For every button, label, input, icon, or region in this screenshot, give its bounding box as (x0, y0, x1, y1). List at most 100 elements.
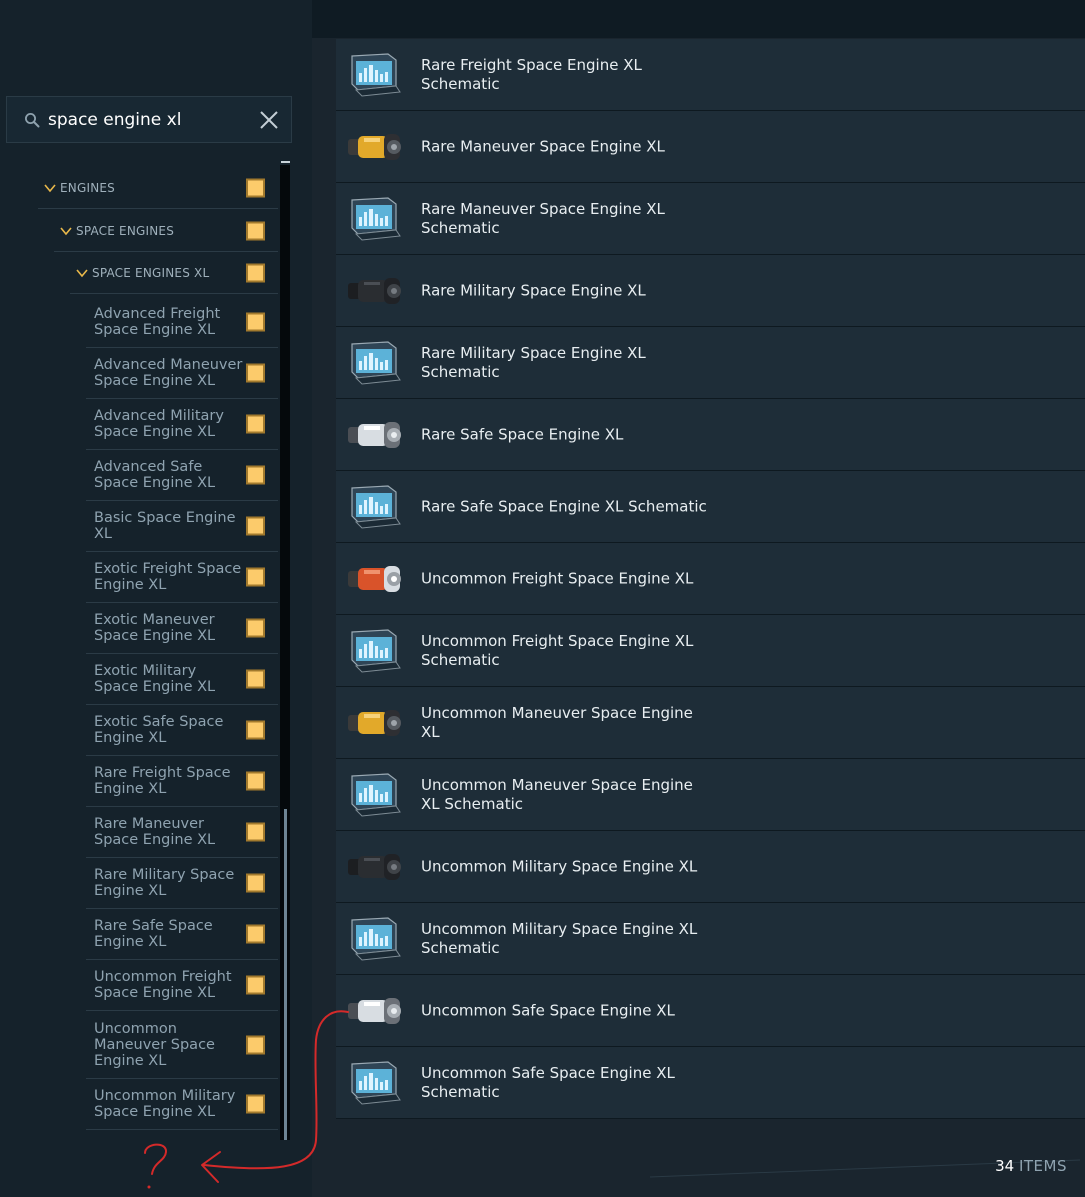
top-strip (312, 0, 1085, 38)
tree-leaf-label: Uncommon Military Space Engine XL (94, 1088, 236, 1120)
tree-leaf[interactable]: Advanced Freight Space Engine XL (86, 297, 278, 348)
schematic-icon (344, 50, 406, 100)
list-item[interactable]: Uncommon Freight Space Engine XL Schemat… (336, 615, 1085, 687)
list-item[interactable]: Rare Maneuver Space Engine XL Schematic (336, 183, 1085, 255)
item-count-number: 34 (995, 1157, 1015, 1175)
filter-panel: ENGINES SPACE ENGINES SPACE ENGINES XL A… (0, 0, 312, 1197)
tree-leaf[interactable]: Exotic Military Space Engine XL (86, 654, 278, 705)
tree-leaf-label: Rare Military Space Engine XL (94, 867, 235, 899)
tree-scrollbar[interactable] (280, 165, 290, 1140)
tree-leaf[interactable]: Rare Freight Space Engine XL (86, 756, 278, 807)
list-item[interactable]: Rare Military Space Engine XL (336, 255, 1085, 327)
tree-leaf[interactable]: Rare Maneuver Space Engine XL (86, 807, 278, 858)
tree-leaf[interactable]: Advanced Safe Space Engine XL (86, 450, 278, 501)
tree-leaf-checkbox[interactable] (246, 1035, 265, 1054)
item-name: Uncommon Freight Space Engine XL (421, 569, 694, 587)
tree-category-checkbox[interactable] (246, 263, 265, 283)
item-list: Rare Freight Space Engine XL Schematic R… (336, 39, 1085, 1119)
chevron-down-icon[interactable] (75, 266, 89, 280)
tree-leaf-checkbox[interactable] (246, 924, 265, 944)
item-name: Uncommon Military Space Engine XL (421, 857, 698, 875)
tree-leaf-checkbox[interactable] (246, 363, 265, 383)
tree-category-space-engines-xl[interactable]: SPACE ENGINES XL (70, 253, 278, 294)
tree-scrollbar-cap (281, 161, 290, 163)
list-item[interactable]: Rare Safe Space Engine XL Schematic (336, 471, 1085, 543)
search-box[interactable] (6, 96, 292, 143)
search-input[interactable] (48, 106, 248, 134)
tree-leaf-label: Uncommon Freight Space Engine XL (94, 969, 232, 1001)
list-item[interactable]: Uncommon Freight Space Engine XL (336, 543, 1085, 615)
tree-leaf-checkbox[interactable] (246, 312, 265, 332)
engine-orange-icon (344, 554, 406, 604)
tree-category-label: SPACE ENGINES (76, 224, 175, 238)
tree-category-label: ENGINES (60, 181, 115, 195)
item-count-unit: ITEMS (1018, 1157, 1067, 1175)
engine-white-icon (344, 986, 406, 1036)
item-name: Uncommon Military Space Engine XL Schema… (421, 919, 698, 957)
tree-leaf-label: Advanced Freight Space Engine XL (94, 306, 221, 338)
tree-leaf-checkbox[interactable] (246, 618, 265, 638)
list-item[interactable]: Rare Safe Space Engine XL (336, 399, 1085, 471)
tree-leaf-label: Basic Space Engine XL (94, 510, 236, 542)
list-item[interactable]: Uncommon Maneuver Space Engine XL (336, 687, 1085, 759)
tree-leaf[interactable]: Advanced Military Space Engine XL (86, 399, 278, 450)
list-item[interactable]: Rare Military Space Engine XL Schematic (336, 327, 1085, 399)
tree-leaf-checkbox[interactable] (246, 822, 265, 842)
tree-leaf[interactable]: Exotic Safe Space Engine XL (86, 705, 278, 756)
tree-leaf-label: Exotic Maneuver Space Engine XL (94, 612, 216, 644)
tree-leaf-checkbox[interactable] (246, 720, 265, 740)
tree-leaf[interactable]: Basic Space Engine XL (86, 501, 278, 552)
tree-leaf-label: Rare Safe Space Engine XL (94, 918, 213, 950)
item-name: Rare Maneuver Space Engine XL (421, 137, 665, 155)
tree-leaf-label: Exotic Military Space Engine XL (94, 663, 216, 695)
tree-leaf-checkbox[interactable] (246, 669, 265, 689)
schematic-icon (344, 338, 406, 388)
tree-leaf[interactable]: Exotic Freight Space Engine XL (86, 552, 278, 603)
tree-leaf-checkbox[interactable] (246, 567, 265, 587)
schematic-icon (344, 914, 406, 964)
tree-leaf-label: Advanced Military Space Engine XL (94, 408, 224, 440)
item-name: Uncommon Safe Space Engine XL (421, 1001, 675, 1019)
tree-category-engines[interactable]: ENGINES (38, 168, 278, 209)
tree-leaf-checkbox[interactable] (246, 975, 265, 995)
tree-leaf-checkbox[interactable] (246, 414, 265, 434)
tree-leaf-checkbox[interactable] (246, 1094, 265, 1114)
item-name: Rare Military Space Engine XL (421, 281, 646, 299)
tree-leaf-checkbox[interactable] (246, 516, 265, 536)
tree-category-checkbox[interactable] (246, 221, 265, 241)
tree-leaf[interactable]: Rare Safe Space Engine XL (86, 909, 278, 960)
schematic-icon (344, 770, 406, 820)
tree-leaf[interactable]: Uncommon Maneuver Space Engine XL (86, 1011, 278, 1079)
tree-leaf-checkbox[interactable] (246, 873, 265, 893)
tree-leaf-label: Rare Maneuver Space Engine XL (94, 816, 216, 848)
list-item[interactable]: Rare Maneuver Space Engine XL (336, 111, 1085, 183)
tree-leaf[interactable]: Advanced Maneuver Space Engine XL (86, 348, 278, 399)
item-name: Rare Freight Space Engine XL Schematic (421, 55, 642, 93)
tree-leaf-label: Advanced Safe Space Engine XL (94, 459, 216, 491)
list-item[interactable]: Rare Freight Space Engine XL Schematic (336, 39, 1085, 111)
item-name: Rare Maneuver Space Engine XL Schematic (421, 199, 665, 237)
tree-leaf[interactable]: Exotic Maneuver Space Engine XL (86, 603, 278, 654)
tree-leaf[interactable]: Uncommon Freight Space Engine XL (86, 960, 278, 1011)
chevron-down-icon[interactable] (59, 224, 73, 238)
tree-category-space-engines[interactable]: SPACE ENGINES (54, 211, 278, 252)
tree-category-checkbox[interactable] (246, 178, 265, 198)
tree-leaf[interactable]: Rare Military Space Engine XL (86, 858, 278, 909)
list-item[interactable]: Uncommon Safe Space Engine XL Schematic (336, 1047, 1085, 1119)
tree-leaf-checkbox[interactable] (246, 771, 265, 791)
tree-scrollbar-thumb[interactable] (284, 809, 287, 1140)
item-name: Uncommon Safe Space Engine XL Schematic (421, 1063, 675, 1101)
close-icon[interactable] (258, 109, 280, 131)
list-item[interactable]: Uncommon Maneuver Space Engine XL Schema… (336, 759, 1085, 831)
chevron-down-icon[interactable] (43, 181, 57, 195)
schematic-icon (344, 1058, 406, 1108)
tree-leaf-checkbox[interactable] (246, 465, 265, 485)
item-name: Uncommon Maneuver Space Engine XL (421, 703, 693, 741)
list-item[interactable]: Uncommon Military Space Engine XL (336, 831, 1085, 903)
item-count: 34 ITEMS (995, 1157, 1067, 1175)
list-item[interactable]: Uncommon Safe Space Engine XL (336, 975, 1085, 1047)
list-item[interactable]: Uncommon Military Space Engine XL Schema… (336, 903, 1085, 975)
schematic-icon (344, 482, 406, 532)
tree-category-label: SPACE ENGINES XL (92, 266, 210, 280)
tree-leaf[interactable]: Uncommon Military Space Engine XL (86, 1079, 278, 1130)
